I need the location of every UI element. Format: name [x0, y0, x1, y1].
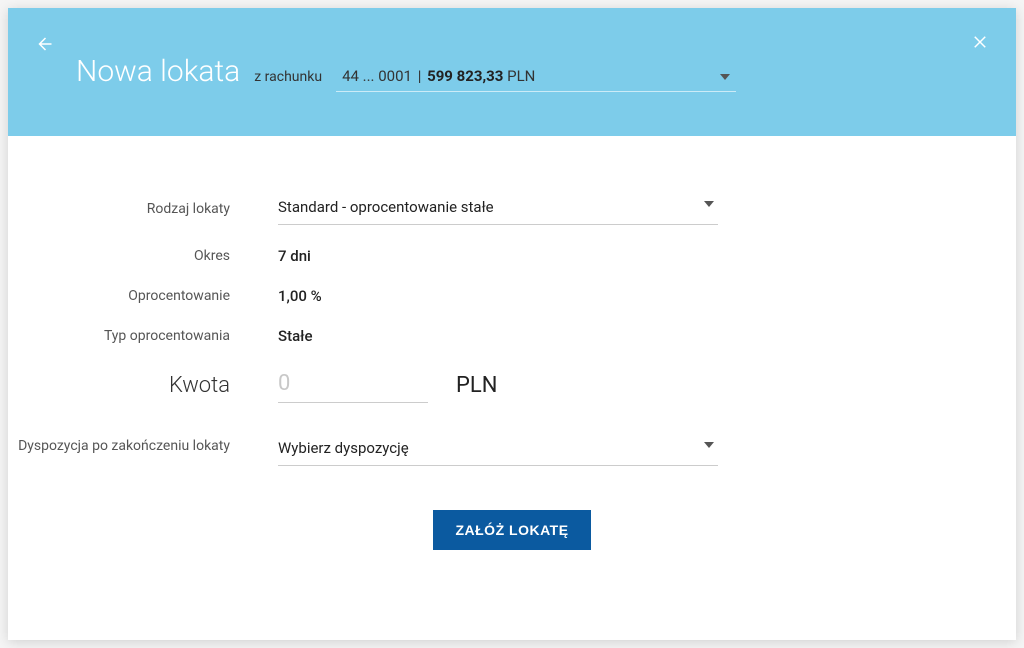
amount-label: Kwota [8, 373, 278, 398]
rate-type-label: Typ oprocentowania [8, 328, 278, 344]
account-number: 44 ... 0001 [342, 67, 412, 85]
disposition-label: Dyspozycja po zakończeniu lokaty [8, 433, 278, 457]
rate-type-value: Stałe [278, 327, 313, 345]
title-row: Nowa lokata z rachunku 44 ... 0001 | 599… [76, 54, 988, 92]
account-separator: | [418, 67, 422, 85]
period-label: Okres [8, 248, 278, 264]
chevron-down-icon [720, 74, 730, 80]
amount-input[interactable] [278, 367, 428, 403]
deposit-type-select[interactable]: Standard - oprocentowanie stałe [278, 192, 718, 225]
disposition-select[interactable]: Wybierz dyspozycję [278, 433, 718, 466]
actions: ZAŁÓŻ LOKATĘ [8, 510, 1016, 550]
back-button[interactable] [32, 32, 56, 56]
chevron-down-icon [704, 201, 714, 207]
period-value: 7 dni [278, 247, 311, 265]
deposit-type-value: Standard - oprocentowanie stałe [278, 198, 494, 216]
form-body: Rodzaj lokaty Standard - oprocentowanie … [8, 136, 1016, 550]
account-balance: 599 823,33 [427, 67, 503, 85]
rate-label: Oprocentowanie [8, 288, 278, 304]
account-selector[interactable]: 44 ... 0001 | 599 823,33 PLN [336, 63, 736, 92]
rate-value: 1,00 % [278, 287, 322, 305]
account-currency: PLN [507, 67, 535, 85]
close-button[interactable] [968, 30, 992, 54]
from-account-label: z rachunku [254, 69, 322, 85]
arrow-left-icon [35, 35, 53, 53]
close-icon [971, 33, 989, 51]
disposition-value: Wybierz dyspozycję [278, 439, 409, 457]
page-title: Nowa lokata [76, 54, 240, 89]
submit-button[interactable]: ZAŁÓŻ LOKATĘ [433, 510, 590, 550]
amount-currency: PLN [456, 373, 497, 398]
deposit-type-label: Rodzaj lokaty [8, 201, 278, 217]
deposit-create-modal: Nowa lokata z rachunku 44 ... 0001 | 599… [8, 8, 1016, 640]
amount-wrap: PLN [278, 367, 497, 403]
account-selector-text: 44 ... 0001 | 599 823,33 PLN [342, 67, 535, 85]
chevron-down-icon [704, 442, 714, 448]
modal-header: Nowa lokata z rachunku 44 ... 0001 | 599… [8, 8, 1016, 136]
